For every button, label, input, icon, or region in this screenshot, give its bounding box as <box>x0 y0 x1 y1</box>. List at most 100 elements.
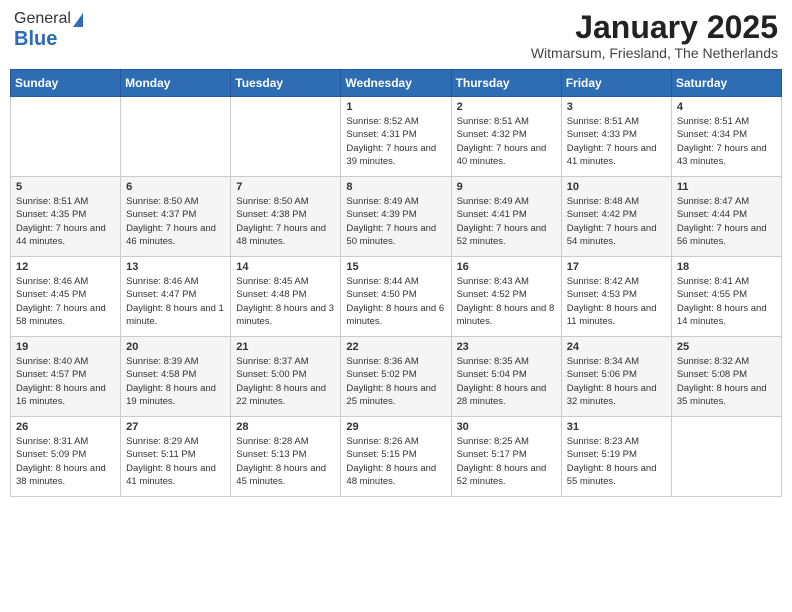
day-number: 24 <box>567 341 666 353</box>
day-number: 25 <box>677 341 776 353</box>
calendar-cell: 31 Sunrise: 8:23 AMSunset: 5:19 PMDaylig… <box>561 417 671 497</box>
calendar-cell: 30 Sunrise: 8:25 AMSunset: 5:17 PMDaylig… <box>451 417 561 497</box>
day-info: Sunrise: 8:49 AMSunset: 4:41 PMDaylight:… <box>457 196 547 247</box>
weekday-header: Saturday <box>671 70 781 97</box>
weekday-header: Monday <box>121 70 231 97</box>
page-header: General Blue January 2025 Witmarsum, Fri… <box>10 10 782 61</box>
day-number: 21 <box>236 341 335 353</box>
calendar-cell: 28 Sunrise: 8:28 AMSunset: 5:13 PMDaylig… <box>231 417 341 497</box>
calendar-cell: 1 Sunrise: 8:52 AMSunset: 4:31 PMDayligh… <box>341 97 451 177</box>
weekday-header: Wednesday <box>341 70 451 97</box>
day-info: Sunrise: 8:49 AMSunset: 4:39 PMDaylight:… <box>346 196 436 247</box>
weekday-header: Tuesday <box>231 70 341 97</box>
logo: General Blue <box>14 10 83 51</box>
day-info: Sunrise: 8:37 AMSunset: 5:00 PMDaylight:… <box>236 356 326 407</box>
day-info: Sunrise: 8:50 AMSunset: 4:38 PMDaylight:… <box>236 196 326 247</box>
day-number: 14 <box>236 261 335 273</box>
day-number: 19 <box>16 341 115 353</box>
calendar-cell: 12 Sunrise: 8:46 AMSunset: 4:45 PMDaylig… <box>11 257 121 337</box>
calendar-week-row: 12 Sunrise: 8:46 AMSunset: 4:45 PMDaylig… <box>11 257 782 337</box>
day-info: Sunrise: 8:35 AMSunset: 5:04 PMDaylight:… <box>457 356 547 407</box>
day-info: Sunrise: 8:46 AMSunset: 4:45 PMDaylight:… <box>16 276 106 327</box>
calendar-cell: 4 Sunrise: 8:51 AMSunset: 4:34 PMDayligh… <box>671 97 781 177</box>
calendar-cell: 25 Sunrise: 8:32 AMSunset: 5:08 PMDaylig… <box>671 337 781 417</box>
calendar-cell <box>231 97 341 177</box>
calendar-cell: 17 Sunrise: 8:42 AMSunset: 4:53 PMDaylig… <box>561 257 671 337</box>
day-info: Sunrise: 8:36 AMSunset: 5:02 PMDaylight:… <box>346 356 436 407</box>
day-info: Sunrise: 8:34 AMSunset: 5:06 PMDaylight:… <box>567 356 657 407</box>
weekday-header: Sunday <box>11 70 121 97</box>
calendar-cell: 21 Sunrise: 8:37 AMSunset: 5:00 PMDaylig… <box>231 337 341 417</box>
day-number: 4 <box>677 101 776 113</box>
calendar-cell: 10 Sunrise: 8:48 AMSunset: 4:42 PMDaylig… <box>561 177 671 257</box>
calendar-cell: 22 Sunrise: 8:36 AMSunset: 5:02 PMDaylig… <box>341 337 451 417</box>
calendar-cell: 2 Sunrise: 8:51 AMSunset: 4:32 PMDayligh… <box>451 97 561 177</box>
day-number: 29 <box>346 421 445 433</box>
calendar-cell: 9 Sunrise: 8:49 AMSunset: 4:41 PMDayligh… <box>451 177 561 257</box>
day-info: Sunrise: 8:48 AMSunset: 4:42 PMDaylight:… <box>567 196 657 247</box>
day-info: Sunrise: 8:23 AMSunset: 5:19 PMDaylight:… <box>567 436 657 487</box>
calendar-cell: 6 Sunrise: 8:50 AMSunset: 4:37 PMDayligh… <box>121 177 231 257</box>
day-info: Sunrise: 8:43 AMSunset: 4:52 PMDaylight:… <box>457 276 555 327</box>
location-title: Witmarsum, Friesland, The Netherlands <box>531 45 778 61</box>
logo-blue-text: Blue <box>14 28 57 51</box>
day-number: 2 <box>457 101 556 113</box>
day-info: Sunrise: 8:39 AMSunset: 4:58 PMDaylight:… <box>126 356 216 407</box>
day-info: Sunrise: 8:26 AMSunset: 5:15 PMDaylight:… <box>346 436 436 487</box>
day-info: Sunrise: 8:42 AMSunset: 4:53 PMDaylight:… <box>567 276 657 327</box>
calendar-cell: 27 Sunrise: 8:29 AMSunset: 5:11 PMDaylig… <box>121 417 231 497</box>
day-number: 16 <box>457 261 556 273</box>
calendar-cell: 8 Sunrise: 8:49 AMSunset: 4:39 PMDayligh… <box>341 177 451 257</box>
day-number: 11 <box>677 181 776 193</box>
day-number: 7 <box>236 181 335 193</box>
day-number: 27 <box>126 421 225 433</box>
day-info: Sunrise: 8:46 AMSunset: 4:47 PMDaylight:… <box>126 276 224 327</box>
day-number: 8 <box>346 181 445 193</box>
day-number: 6 <box>126 181 225 193</box>
day-info: Sunrise: 8:29 AMSunset: 5:11 PMDaylight:… <box>126 436 216 487</box>
calendar-header-row: SundayMondayTuesdayWednesdayThursdayFrid… <box>11 70 782 97</box>
calendar-cell: 14 Sunrise: 8:45 AMSunset: 4:48 PMDaylig… <box>231 257 341 337</box>
day-number: 22 <box>346 341 445 353</box>
day-info: Sunrise: 8:45 AMSunset: 4:48 PMDaylight:… <box>236 276 334 327</box>
calendar-cell: 13 Sunrise: 8:46 AMSunset: 4:47 PMDaylig… <box>121 257 231 337</box>
calendar-cell <box>671 417 781 497</box>
calendar-cell <box>11 97 121 177</box>
day-number: 23 <box>457 341 556 353</box>
day-info: Sunrise: 8:51 AMSunset: 4:35 PMDaylight:… <box>16 196 106 247</box>
day-number: 18 <box>677 261 776 273</box>
month-title: January 2025 <box>531 10 778 45</box>
calendar-cell: 19 Sunrise: 8:40 AMSunset: 4:57 PMDaylig… <box>11 337 121 417</box>
calendar-cell: 18 Sunrise: 8:41 AMSunset: 4:55 PMDaylig… <box>671 257 781 337</box>
day-info: Sunrise: 8:32 AMSunset: 5:08 PMDaylight:… <box>677 356 767 407</box>
calendar-cell: 29 Sunrise: 8:26 AMSunset: 5:15 PMDaylig… <box>341 417 451 497</box>
calendar-cell: 15 Sunrise: 8:44 AMSunset: 4:50 PMDaylig… <box>341 257 451 337</box>
day-number: 15 <box>346 261 445 273</box>
calendar-cell: 11 Sunrise: 8:47 AMSunset: 4:44 PMDaylig… <box>671 177 781 257</box>
day-number: 20 <box>126 341 225 353</box>
calendar-cell: 24 Sunrise: 8:34 AMSunset: 5:06 PMDaylig… <box>561 337 671 417</box>
day-info: Sunrise: 8:50 AMSunset: 4:37 PMDaylight:… <box>126 196 216 247</box>
title-area: January 2025 Witmarsum, Friesland, The N… <box>531 10 778 61</box>
day-info: Sunrise: 8:25 AMSunset: 5:17 PMDaylight:… <box>457 436 547 487</box>
day-number: 5 <box>16 181 115 193</box>
calendar-cell: 7 Sunrise: 8:50 AMSunset: 4:38 PMDayligh… <box>231 177 341 257</box>
day-info: Sunrise: 8:40 AMSunset: 4:57 PMDaylight:… <box>16 356 106 407</box>
calendar-cell: 23 Sunrise: 8:35 AMSunset: 5:04 PMDaylig… <box>451 337 561 417</box>
calendar-cell: 16 Sunrise: 8:43 AMSunset: 4:52 PMDaylig… <box>451 257 561 337</box>
day-info: Sunrise: 8:31 AMSunset: 5:09 PMDaylight:… <box>16 436 106 487</box>
day-number: 26 <box>16 421 115 433</box>
calendar-week-row: 1 Sunrise: 8:52 AMSunset: 4:31 PMDayligh… <box>11 97 782 177</box>
calendar-table: SundayMondayTuesdayWednesdayThursdayFrid… <box>10 69 782 497</box>
day-number: 31 <box>567 421 666 433</box>
logo-arrow-icon <box>73 13 83 27</box>
day-number: 9 <box>457 181 556 193</box>
day-info: Sunrise: 8:51 AMSunset: 4:32 PMDaylight:… <box>457 116 547 167</box>
day-number: 17 <box>567 261 666 273</box>
day-info: Sunrise: 8:41 AMSunset: 4:55 PMDaylight:… <box>677 276 767 327</box>
calendar-cell: 3 Sunrise: 8:51 AMSunset: 4:33 PMDayligh… <box>561 97 671 177</box>
day-number: 10 <box>567 181 666 193</box>
calendar-week-row: 26 Sunrise: 8:31 AMSunset: 5:09 PMDaylig… <box>11 417 782 497</box>
day-info: Sunrise: 8:51 AMSunset: 4:34 PMDaylight:… <box>677 116 767 167</box>
calendar-cell <box>121 97 231 177</box>
